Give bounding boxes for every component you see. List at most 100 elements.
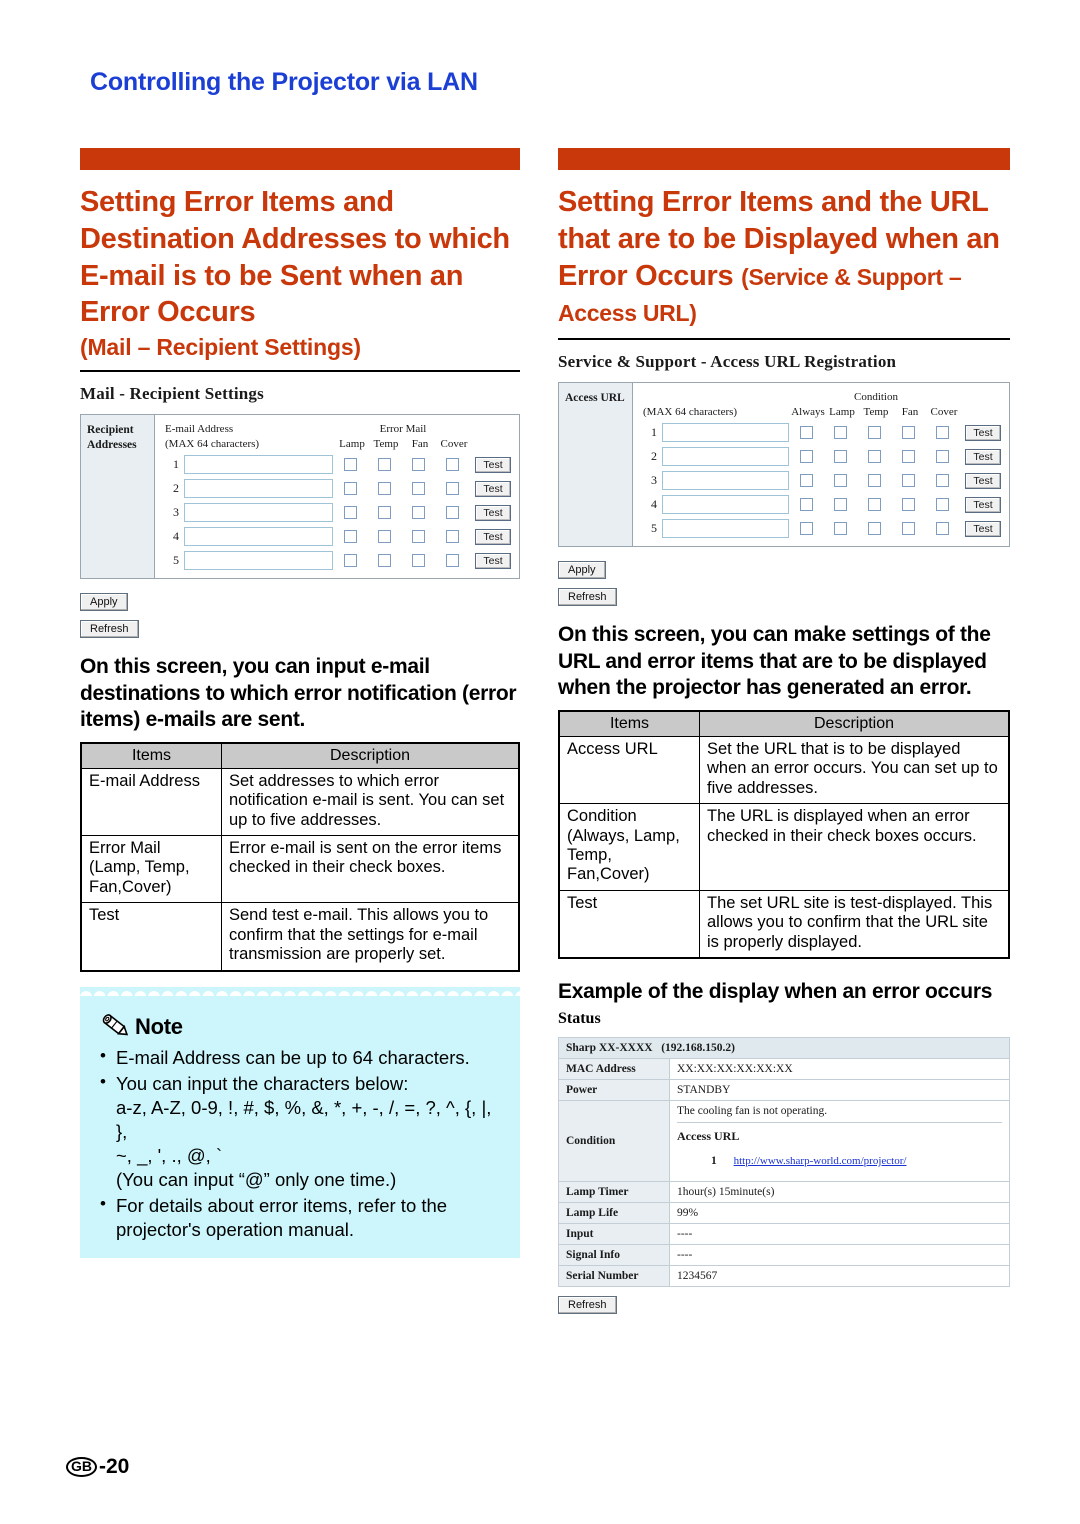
access-url-input[interactable]: [662, 519, 789, 539]
checkbox-lamp[interactable]: [343, 482, 357, 496]
checkbox-fan[interactable]: [411, 530, 425, 544]
checkbox-cover[interactable]: [935, 474, 949, 488]
test-button[interactable]: Test: [475, 456, 511, 473]
checkbox-temp[interactable]: [377, 482, 391, 496]
checkbox-fan[interactable]: [411, 506, 425, 520]
checkbox-lamp[interactable]: [833, 498, 847, 512]
checkbox-fan[interactable]: [901, 498, 915, 512]
checkbox-temp[interactable]: [867, 498, 881, 512]
checkbox-temp[interactable]: [377, 554, 391, 568]
checkbox-temp[interactable]: [377, 530, 391, 544]
email-address-input[interactable]: [184, 527, 333, 547]
checkbox-cover[interactable]: [935, 498, 949, 512]
left-items-table: Items Description E-mail Address Set add…: [80, 741, 520, 972]
checkbox-fan[interactable]: [411, 458, 425, 472]
checkbox-fan[interactable]: [901, 450, 915, 464]
test-button[interactable]: Test: [475, 528, 511, 545]
page-title: Controlling the Projector via LAN: [90, 68, 478, 96]
checkbox-always[interactable]: [799, 522, 813, 536]
test-button[interactable]: Test: [965, 424, 1001, 441]
status-table: Sharp XX-XXXX (192.168.150.2) MAC Addres…: [558, 1036, 1010, 1287]
email-address-input[interactable]: [184, 455, 333, 475]
recipient-row: 4 Test: [165, 527, 511, 547]
checkbox-cover[interactable]: [445, 530, 459, 544]
checkbox-fan[interactable]: [411, 482, 425, 496]
checkbox-cover[interactable]: [935, 450, 949, 464]
test-button[interactable]: Test: [475, 480, 511, 497]
status-value: ----: [669, 1222, 1010, 1245]
checkbox-always[interactable]: [799, 498, 813, 512]
checkbox-cover[interactable]: [935, 426, 949, 440]
checkbox-cover[interactable]: [445, 482, 459, 496]
status-key: Signal Info: [558, 1243, 670, 1266]
access-url-row: 4 Test: [643, 495, 1001, 515]
item-name: Condition (Always, Lamp, Temp, Fan,Cover…: [558, 803, 700, 891]
email-address-hint: (MAX 64 characters): [165, 438, 260, 451]
checkbox-fan[interactable]: [411, 554, 425, 568]
checkbox-cover[interactable]: [445, 554, 459, 568]
recipient-row: 5 Test: [165, 551, 511, 571]
checkbox-cover[interactable]: [445, 506, 459, 520]
test-button[interactable]: Test: [475, 552, 511, 569]
row-index: 2: [173, 481, 179, 496]
item-name: E-mail Address: [80, 767, 222, 836]
checkbox-temp[interactable]: [867, 450, 881, 464]
checkbox-fan[interactable]: [901, 426, 915, 440]
test-button[interactable]: Test: [965, 472, 1001, 489]
status-key-condition: Condition: [558, 1099, 670, 1182]
left-body-text: On this screen, you can input e-mail des…: [80, 655, 517, 732]
test-button[interactable]: Test: [965, 496, 1001, 513]
checkbox-lamp[interactable]: [833, 426, 847, 440]
table-row: Test Send test e-mail. This allows you t…: [80, 902, 520, 972]
checkbox-always[interactable]: [799, 426, 813, 440]
item-description: The URL is displayed when an error check…: [699, 803, 1010, 891]
email-address-input[interactable]: [184, 479, 333, 499]
checkbox-lamp[interactable]: [343, 530, 357, 544]
test-button[interactable]: Test: [475, 504, 511, 521]
checkbox-temp[interactable]: [867, 426, 881, 440]
col-items: Items: [558, 710, 700, 737]
email-address-input[interactable]: [184, 551, 333, 571]
test-button[interactable]: Test: [965, 448, 1001, 465]
row-index: 3: [651, 473, 657, 488]
checkbox-lamp[interactable]: [833, 522, 847, 536]
page-number: -20: [99, 1455, 130, 1478]
item-description: Set the URL that is to be displayed when…: [699, 735, 1010, 805]
condition-message: The cooling fan is not operating.: [677, 1101, 1002, 1123]
item-description: Set addresses to which error notificatio…: [221, 767, 520, 836]
access-url-link[interactable]: http://www.sharp-world.com/projector/: [734, 1155, 907, 1167]
table-header-row: Items Description: [80, 742, 520, 769]
checkbox-cover[interactable]: [935, 522, 949, 536]
email-address-input[interactable]: [184, 503, 333, 523]
table-row: Lamp Timer 1hour(s) 15minute(s): [558, 1180, 1010, 1203]
access-url-input[interactable]: [662, 495, 789, 515]
checkbox-always[interactable]: [799, 450, 813, 464]
test-button[interactable]: Test: [965, 520, 1001, 537]
checkbox-lamp[interactable]: [343, 554, 357, 568]
access-url-input[interactable]: [662, 471, 789, 491]
checkbox-temp[interactable]: [867, 474, 881, 488]
status-refresh-button[interactable]: Refresh: [558, 1295, 617, 1314]
access-url-input[interactable]: [662, 423, 789, 443]
checkbox-temp[interactable]: [377, 506, 391, 520]
checkbox-always[interactable]: [799, 474, 813, 488]
section-accent-bar: [80, 148, 520, 170]
checkbox-lamp[interactable]: [833, 450, 847, 464]
checkbox-lamp[interactable]: [343, 506, 357, 520]
apply-button[interactable]: Apply: [80, 593, 128, 612]
status-key: Serial Number: [558, 1264, 670, 1287]
checkbox-cover[interactable]: [445, 458, 459, 472]
checkbox-fan[interactable]: [901, 474, 915, 488]
checkbox-temp[interactable]: [377, 458, 391, 472]
apply-button[interactable]: Apply: [558, 561, 606, 580]
checkbox-fan[interactable]: [901, 522, 915, 536]
refresh-button[interactable]: Refresh: [558, 588, 617, 607]
checkbox-lamp[interactable]: [343, 458, 357, 472]
access-url-row: 3 Test: [643, 471, 1001, 491]
checkbox-temp[interactable]: [867, 522, 881, 536]
item-description: Send test e-mail. This allows you to con…: [221, 902, 520, 972]
refresh-button[interactable]: Refresh: [80, 620, 139, 639]
access-url-input[interactable]: [662, 447, 789, 467]
checkbox-lamp[interactable]: [833, 474, 847, 488]
status-value: 1234567: [669, 1264, 1010, 1287]
